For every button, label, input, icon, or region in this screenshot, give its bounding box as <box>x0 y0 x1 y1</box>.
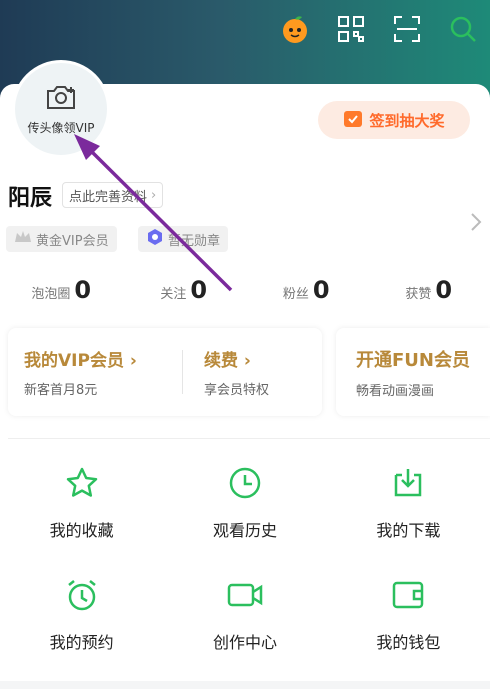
clock-icon <box>227 465 263 505</box>
grid-label: 我的收藏 <box>50 517 114 541</box>
complete-profile-label: 点此完善资料 <box>69 186 147 205</box>
grid-label: 观看历史 <box>213 517 277 541</box>
my-vip-title: 我的VIP会员 › <box>24 346 137 371</box>
complete-profile-link[interactable]: 点此完善资料 › <box>62 182 163 208</box>
orange-mascot-icon[interactable] <box>278 12 312 46</box>
avatar-upload[interactable]: 传头像领VIP <box>12 60 110 158</box>
stat-value: 0 <box>313 276 330 304</box>
avatar-label: 传头像领VIP <box>28 119 95 136</box>
signin-label: 签到抽大奖 <box>369 110 444 131</box>
scan-icon[interactable] <box>390 12 424 46</box>
chevron-right-icon[interactable] <box>470 212 482 236</box>
stat-label: 泡泡圈 <box>31 283 70 302</box>
grid-label: 我的预约 <box>50 629 114 653</box>
chevron-right-icon: › <box>151 188 156 203</box>
stat-label: 获赞 <box>405 283 431 302</box>
fun-vip-card[interactable]: 开通FUN会员 畅看动画漫画 <box>336 328 490 416</box>
search-icon[interactable] <box>446 12 480 46</box>
renew-button[interactable]: 续费 › 享会员特权 <box>204 346 269 398</box>
grid-item-downloads[interactable]: 我的下载 <box>327 465 490 577</box>
grid-label: 我的钱包 <box>376 629 440 653</box>
calendar-icon <box>343 108 363 132</box>
alarm-icon <box>64 577 100 617</box>
medal-badge-label: 暂无勋章 <box>168 230 220 249</box>
stat-label: 关注 <box>160 283 186 302</box>
vip-badge[interactable]: 黄金VIP会员 <box>6 226 117 252</box>
qr-code-icon[interactable] <box>334 12 368 46</box>
stats-bar: 泡泡圈 0 关注 0 粉丝 0 获赞 0 <box>0 276 490 304</box>
signin-button[interactable]: 签到抽大奖 <box>318 101 470 139</box>
stat-following[interactable]: 关注 0 <box>123 276 246 304</box>
stat-value: 0 <box>190 276 207 304</box>
camera-icon <box>45 83 77 115</box>
star-icon <box>64 465 100 505</box>
wallet-icon <box>390 577 426 617</box>
stat-fans[interactable]: 粉丝 0 <box>245 276 368 304</box>
divider <box>182 350 183 394</box>
download-icon <box>390 465 426 505</box>
grid-item-reservations[interactable]: 我的预约 <box>0 577 163 689</box>
grid-label: 我的下载 <box>376 517 440 541</box>
grid-item-wallet[interactable]: 我的钱包 <box>327 577 490 689</box>
stat-value: 0 <box>74 276 91 304</box>
grid-label: 创作中心 <box>213 629 277 653</box>
my-vip-button[interactable]: 我的VIP会员 › 新客首月8元 <box>24 346 137 398</box>
grid-item-favorites[interactable]: 我的收藏 <box>0 465 163 577</box>
hexagon-medal-icon <box>146 228 164 250</box>
grid-item-history[interactable]: 观看历史 <box>163 465 326 577</box>
stat-likes[interactable]: 获赞 0 <box>368 276 490 304</box>
fun-vip-subtitle: 畅看动画漫画 <box>356 380 470 399</box>
stat-value: 0 <box>435 276 452 304</box>
my-vip-subtitle: 新客首月8元 <box>24 379 137 398</box>
vip-badge-label: 黄金VIP会员 <box>36 230 109 249</box>
grid-item-creator[interactable]: 创作中心 <box>163 577 326 689</box>
stat-label: 粉丝 <box>283 283 309 302</box>
fun-vip-title: 开通FUN会员 <box>356 346 470 372</box>
top-toolbar <box>278 12 480 46</box>
stat-bubble[interactable]: 泡泡圈 0 <box>0 276 123 304</box>
renew-title: 续费 › <box>204 346 269 371</box>
vip-card: 我的VIP会员 › 新客首月8元 续费 › 享会员特权 <box>8 328 322 416</box>
divider <box>8 438 490 439</box>
renew-subtitle: 享会员特权 <box>204 379 269 398</box>
crown-icon <box>14 230 32 248</box>
feature-grid: 我的收藏 观看历史 我的下载 我的预约 创作中心 <box>0 465 490 689</box>
medal-badge[interactable]: 暂无勋章 <box>138 226 228 252</box>
video-camera-icon <box>226 577 264 617</box>
username: 阳辰 <box>8 180 52 212</box>
